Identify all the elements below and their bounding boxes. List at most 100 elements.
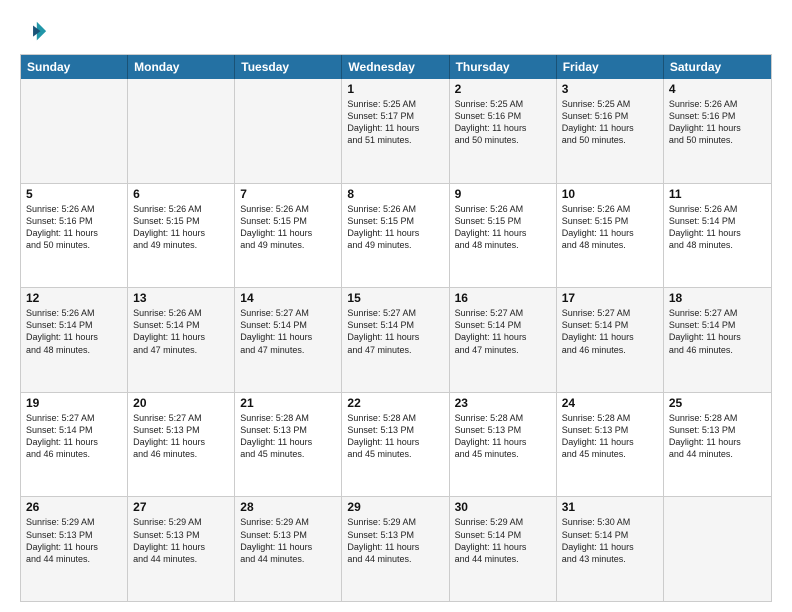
calendar-cell xyxy=(235,79,342,183)
day-number: 4 xyxy=(669,82,766,96)
day-number: 10 xyxy=(562,187,658,201)
cell-info: Sunrise: 5:26 AM Sunset: 5:15 PM Dayligh… xyxy=(347,203,443,252)
calendar-cell: 25 Sunrise: 5:28 AM Sunset: 5:13 PM Dayli… xyxy=(664,393,771,497)
day-number: 3 xyxy=(562,82,658,96)
cell-info: Sunrise: 5:29 AM Sunset: 5:14 PM Dayligh… xyxy=(455,516,551,565)
day-number: 17 xyxy=(562,291,658,305)
day-number: 26 xyxy=(26,500,122,514)
day-number: 5 xyxy=(26,187,122,201)
calendar-cell: 14 Sunrise: 5:27 AM Sunset: 5:14 PM Dayli… xyxy=(235,288,342,392)
cell-info: Sunrise: 5:26 AM Sunset: 5:16 PM Dayligh… xyxy=(669,98,766,147)
cell-info: Sunrise: 5:26 AM Sunset: 5:14 PM Dayligh… xyxy=(26,307,122,356)
day-number: 8 xyxy=(347,187,443,201)
calendar-cell: 17 Sunrise: 5:27 AM Sunset: 5:14 PM Dayli… xyxy=(557,288,664,392)
cell-info: Sunrise: 5:28 AM Sunset: 5:13 PM Dayligh… xyxy=(347,412,443,461)
calendar-cell: 16 Sunrise: 5:27 AM Sunset: 5:14 PM Dayli… xyxy=(450,288,557,392)
calendar-row: 19Sunrise: 5:27 AM Sunset: 5:14 PM Dayli… xyxy=(21,392,771,497)
day-number: 22 xyxy=(347,396,443,410)
day-number: 30 xyxy=(455,500,551,514)
calendar-cell: 12 Sunrise: 5:26 AM Sunset: 5:14 PM Dayli… xyxy=(21,288,128,392)
cell-info: Sunrise: 5:27 AM Sunset: 5:14 PM Dayligh… xyxy=(240,307,336,356)
calendar-cell: 13Sunrise: 5:26 AM Sunset: 5:14 PM Dayli… xyxy=(128,288,235,392)
calendar-cell: 2 Sunrise: 5:25 AM Sunset: 5:16 PM Daylig… xyxy=(450,79,557,183)
cell-info: Sunrise: 5:26 AM Sunset: 5:14 PM Dayligh… xyxy=(669,203,766,252)
day-number: 29 xyxy=(347,500,443,514)
calendar-cell: 23 Sunrise: 5:28 AM Sunset: 5:13 PM Dayli… xyxy=(450,393,557,497)
day-number: 9 xyxy=(455,187,551,201)
cell-info: Sunrise: 5:30 AM Sunset: 5:14 PM Dayligh… xyxy=(562,516,658,565)
cell-info: Sunrise: 5:26 AM Sunset: 5:15 PM Dayligh… xyxy=(133,203,229,252)
day-number: 16 xyxy=(455,291,551,305)
calendar-cell: 5 Sunrise: 5:26 AM Sunset: 5:16 PM Daylig… xyxy=(21,184,128,288)
day-number: 15 xyxy=(347,291,443,305)
calendar-cell xyxy=(664,497,771,601)
calendar-row: 5 Sunrise: 5:26 AM Sunset: 5:16 PM Daylig… xyxy=(21,183,771,288)
day-number: 25 xyxy=(669,396,766,410)
day-number: 2 xyxy=(455,82,551,96)
calendar-cell: 27 Sunrise: 5:29 AM Sunset: 5:13 PM Dayli… xyxy=(128,497,235,601)
weekday-header-wednesday: Wednesday xyxy=(342,55,449,79)
day-number: 11 xyxy=(669,187,766,201)
calendar-cell: 9Sunrise: 5:26 AM Sunset: 5:15 PM Daylig… xyxy=(450,184,557,288)
day-number: 27 xyxy=(133,500,229,514)
calendar-cell: 19Sunrise: 5:27 AM Sunset: 5:14 PM Dayli… xyxy=(21,393,128,497)
calendar-cell: 29 Sunrise: 5:29 AM Sunset: 5:13 PM Dayli… xyxy=(342,497,449,601)
calendar-cell xyxy=(21,79,128,183)
weekday-header-monday: Monday xyxy=(128,55,235,79)
calendar-cell: 21 Sunrise: 5:28 AM Sunset: 5:13 PM Dayli… xyxy=(235,393,342,497)
day-number: 23 xyxy=(455,396,551,410)
weekday-header-thursday: Thursday xyxy=(450,55,557,79)
cell-info: Sunrise: 5:26 AM Sunset: 5:16 PM Dayligh… xyxy=(26,203,122,252)
calendar-cell: 31Sunrise: 5:30 AM Sunset: 5:14 PM Dayli… xyxy=(557,497,664,601)
day-number: 1 xyxy=(347,82,443,96)
cell-info: Sunrise: 5:27 AM Sunset: 5:14 PM Dayligh… xyxy=(562,307,658,356)
cell-info: Sunrise: 5:26 AM Sunset: 5:15 PM Dayligh… xyxy=(240,203,336,252)
weekday-header-saturday: Saturday xyxy=(664,55,771,79)
calendar-cell: 1 Sunrise: 5:25 AM Sunset: 5:17 PM Daylig… xyxy=(342,79,449,183)
calendar-cell: 30 Sunrise: 5:29 AM Sunset: 5:14 PM Dayli… xyxy=(450,497,557,601)
cell-info: Sunrise: 5:28 AM Sunset: 5:13 PM Dayligh… xyxy=(240,412,336,461)
weekday-header-friday: Friday xyxy=(557,55,664,79)
cell-info: Sunrise: 5:27 AM Sunset: 5:14 PM Dayligh… xyxy=(455,307,551,356)
calendar-cell: 10Sunrise: 5:26 AM Sunset: 5:15 PM Dayli… xyxy=(557,184,664,288)
cell-info: Sunrise: 5:25 AM Sunset: 5:17 PM Dayligh… xyxy=(347,98,443,147)
weekday-header-tuesday: Tuesday xyxy=(235,55,342,79)
calendar: SundayMondayTuesdayWednesdayThursdayFrid… xyxy=(20,54,772,602)
logo xyxy=(20,18,52,46)
calendar-cell: 28 Sunrise: 5:29 AM Sunset: 5:13 PM Dayli… xyxy=(235,497,342,601)
calendar-cell: 11 Sunrise: 5:26 AM Sunset: 5:14 PM Dayli… xyxy=(664,184,771,288)
cell-info: Sunrise: 5:29 AM Sunset: 5:13 PM Dayligh… xyxy=(133,516,229,565)
calendar-row: 1 Sunrise: 5:25 AM Sunset: 5:17 PM Daylig… xyxy=(21,79,771,183)
calendar-cell: 26 Sunrise: 5:29 AM Sunset: 5:13 PM Dayli… xyxy=(21,497,128,601)
page: SundayMondayTuesdayWednesdayThursdayFrid… xyxy=(0,0,792,612)
cell-info: Sunrise: 5:29 AM Sunset: 5:13 PM Dayligh… xyxy=(240,516,336,565)
cell-info: Sunrise: 5:27 AM Sunset: 5:14 PM Dayligh… xyxy=(26,412,122,461)
calendar-cell: 22 Sunrise: 5:28 AM Sunset: 5:13 PM Dayli… xyxy=(342,393,449,497)
day-number: 12 xyxy=(26,291,122,305)
cell-info: Sunrise: 5:26 AM Sunset: 5:14 PM Dayligh… xyxy=(133,307,229,356)
weekday-header-sunday: Sunday xyxy=(21,55,128,79)
cell-info: Sunrise: 5:25 AM Sunset: 5:16 PM Dayligh… xyxy=(562,98,658,147)
calendar-row: 12 Sunrise: 5:26 AM Sunset: 5:14 PM Dayli… xyxy=(21,287,771,392)
calendar-cell: 3 Sunrise: 5:25 AM Sunset: 5:16 PM Daylig… xyxy=(557,79,664,183)
calendar-cell: 18 Sunrise: 5:27 AM Sunset: 5:14 PM Dayli… xyxy=(664,288,771,392)
calendar-cell: 7Sunrise: 5:26 AM Sunset: 5:15 PM Daylig… xyxy=(235,184,342,288)
day-number: 28 xyxy=(240,500,336,514)
calendar-header: SundayMondayTuesdayWednesdayThursdayFrid… xyxy=(21,55,771,79)
cell-info: Sunrise: 5:27 AM Sunset: 5:14 PM Dayligh… xyxy=(669,307,766,356)
calendar-cell: 24 Sunrise: 5:28 AM Sunset: 5:13 PM Dayli… xyxy=(557,393,664,497)
calendar-cell: 4 Sunrise: 5:26 AM Sunset: 5:16 PM Daylig… xyxy=(664,79,771,183)
calendar-cell: 15Sunrise: 5:27 AM Sunset: 5:14 PM Dayli… xyxy=(342,288,449,392)
day-number: 14 xyxy=(240,291,336,305)
cell-info: Sunrise: 5:29 AM Sunset: 5:13 PM Dayligh… xyxy=(26,516,122,565)
cell-info: Sunrise: 5:29 AM Sunset: 5:13 PM Dayligh… xyxy=(347,516,443,565)
cell-info: Sunrise: 5:25 AM Sunset: 5:16 PM Dayligh… xyxy=(455,98,551,147)
day-number: 21 xyxy=(240,396,336,410)
calendar-cell: 8 Sunrise: 5:26 AM Sunset: 5:15 PM Daylig… xyxy=(342,184,449,288)
day-number: 24 xyxy=(562,396,658,410)
cell-info: Sunrise: 5:28 AM Sunset: 5:13 PM Dayligh… xyxy=(669,412,766,461)
day-number: 18 xyxy=(669,291,766,305)
cell-info: Sunrise: 5:28 AM Sunset: 5:13 PM Dayligh… xyxy=(455,412,551,461)
cell-info: Sunrise: 5:28 AM Sunset: 5:13 PM Dayligh… xyxy=(562,412,658,461)
calendar-body: 1 Sunrise: 5:25 AM Sunset: 5:17 PM Daylig… xyxy=(21,79,771,601)
